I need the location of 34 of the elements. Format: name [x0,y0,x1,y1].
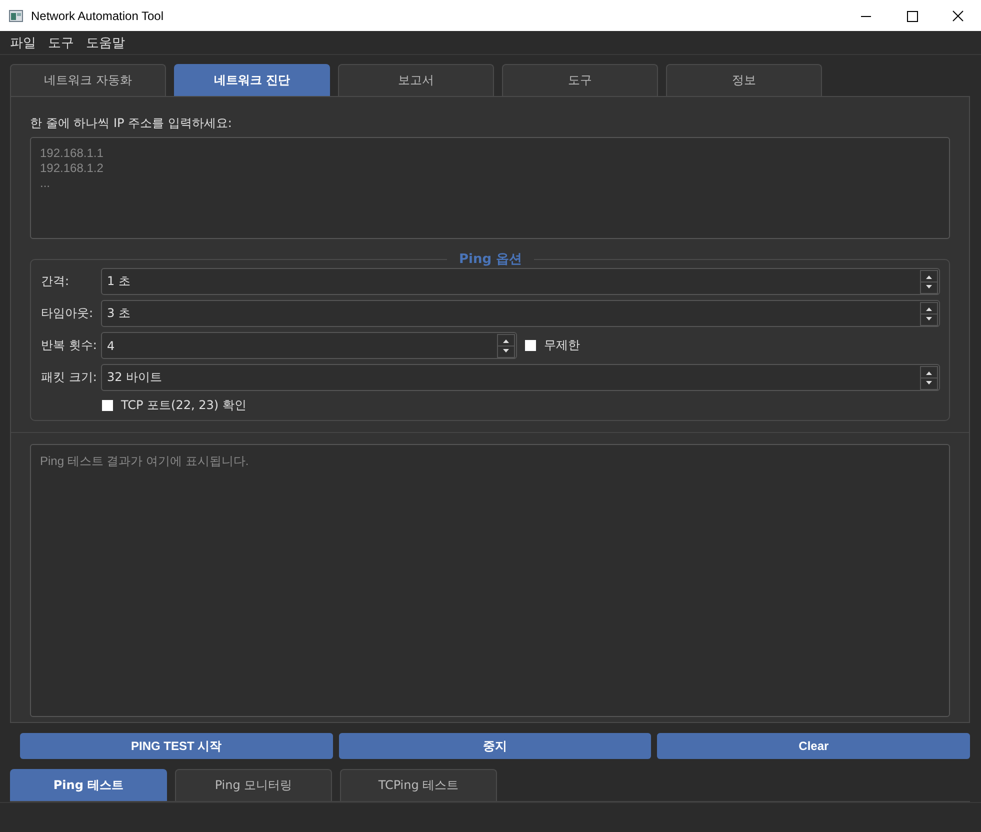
ip-input-field[interactable]: 192.168.1.1 192.168.1.2 ... [30,137,950,239]
spin-arrows-icon[interactable] [920,366,938,390]
tcp-port-checkbox[interactable]: TCP 포트(22, 23) 확인 [102,396,940,414]
field-label: 타임아웃: [41,305,94,322]
tab[interactable]: 정보 [666,64,822,96]
action-button[interactable]: PING TEST 시작 [20,733,333,759]
tab[interactable]: TCPing 테스트 [340,769,497,801]
window-icon [9,10,23,22]
menu-item[interactable]: 파일 [4,34,42,52]
tab[interactable]: 네트워크 자동화 [10,64,166,96]
field-label: 패킷 크기: [41,369,98,386]
tab[interactable]: 보고서 [338,64,494,96]
output-field[interactable]: Ping 테스트 결과가 여기에 표시됩니다. [30,444,950,717]
window-title: Network Automation Tool [31,8,164,22]
menu-item[interactable]: 도구 [42,34,80,52]
unlimited-checkbox[interactable]: 무제한 [525,337,580,354]
spin-box[interactable]: 32 바이트 [101,364,940,391]
ip-input-label: 한 줄에 하나씩 IP 주소를 입력하세요: [30,115,233,131]
action-button[interactable]: 중지 [338,733,652,759]
group-title: Ping 옵션 [447,250,534,268]
spin-box[interactable]: 1 초 [101,268,940,295]
menu-item[interactable]: 도움말 [80,34,131,52]
spin-arrows-icon[interactable] [920,270,938,294]
field-label: 간격: [41,273,70,290]
spin-arrows-icon[interactable] [920,302,938,326]
tab[interactable]: Ping 테스트 [10,769,167,801]
tab[interactable]: 도구 [502,64,658,96]
tab[interactable]: Ping 모니터링 [175,769,332,801]
field-label: 반복 횟수: [41,337,98,354]
tab[interactable]: 네트워크 진단 [174,64,330,96]
spin-box[interactable]: 4 [101,332,517,359]
action-button[interactable]: Clear [657,733,970,759]
spin-arrows-icon[interactable] [497,334,515,358]
spin-box[interactable]: 3 초 [101,300,940,327]
